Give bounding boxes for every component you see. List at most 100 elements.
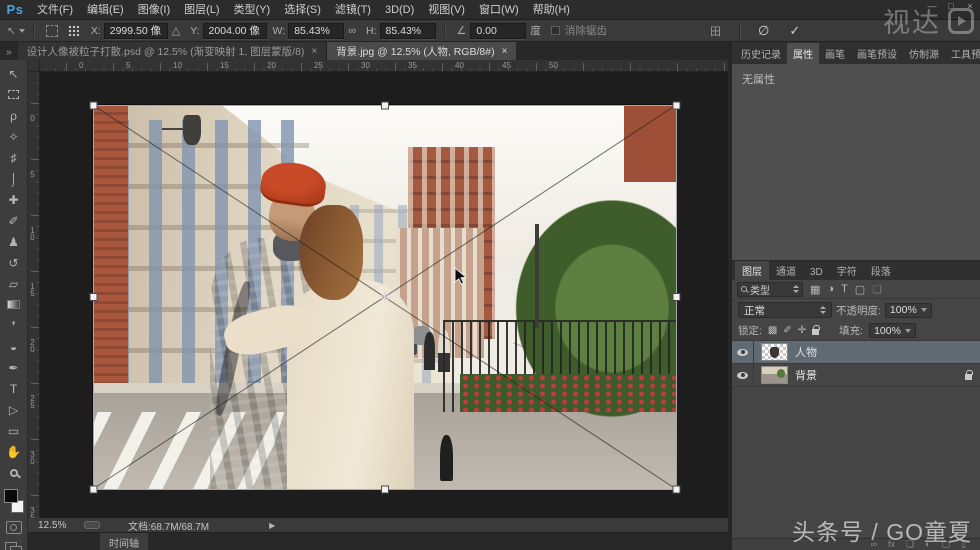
menu-3d[interactable]: 3D(D)	[378, 0, 421, 20]
layer-row-person[interactable]: 人物	[732, 341, 980, 364]
filter-adjustment-layers-icon[interactable]: ◑	[827, 283, 834, 295]
link-dimensions-icon[interactable]: ∞	[348, 25, 356, 37]
menu-edit[interactable]: 编辑(E)	[80, 0, 131, 20]
blend-mode-select[interactable]: 正常	[738, 302, 832, 318]
tool-zoom[interactable]	[2, 462, 26, 483]
transform-confirm-group: 田 ∅ ✓	[700, 20, 810, 42]
tool-healing-brush[interactable]: ✚	[2, 189, 26, 210]
visibility-toggle[interactable]	[732, 341, 754, 363]
color-swatches[interactable]	[3, 489, 25, 513]
lock-all-icon[interactable]	[812, 329, 819, 335]
minimize-button[interactable]: —	[927, 0, 937, 12]
tab-3d[interactable]: 3D	[803, 265, 830, 280]
tool-history-brush[interactable]: ↺	[2, 252, 26, 273]
layer-filter-kind-select[interactable]: 类型	[737, 282, 803, 297]
reference-point-locator[interactable]	[68, 25, 79, 36]
lock-transparency-icon[interactable]: ▩	[768, 325, 777, 336]
tab-history[interactable]: 历史记录	[735, 43, 787, 64]
warp-mode-toggle-icon[interactable]: 田	[710, 23, 721, 39]
ruler-origin-corner[interactable]	[28, 60, 40, 72]
menu-window[interactable]: 窗口(W)	[472, 0, 526, 20]
tab-brush-presets[interactable]: 画笔预设	[851, 43, 903, 64]
canvas-surface[interactable]	[40, 72, 728, 518]
tool-gradient[interactable]	[2, 294, 26, 315]
layer-name[interactable]: 人物	[795, 344, 817, 360]
tool-shape[interactable]: ▭	[2, 420, 26, 441]
tool-marquee[interactable]	[2, 84, 26, 105]
menu-help[interactable]: 帮助(H)	[526, 0, 577, 20]
tool-move[interactable]: ↖	[2, 63, 26, 84]
tool-type[interactable]: T	[2, 378, 26, 399]
doc-tab-background-jpg[interactable]: 背景.jpg @ 12.5% (人物, RGB/8#) ×	[327, 42, 516, 60]
x-position-field[interactable]: 2999.50 像	[104, 23, 168, 39]
maximize-button[interactable]: □	[946, 0, 956, 12]
doc-tab-psd[interactable]: 设计人像被粒子打散.psd @ 12.5% (渐变映射 1, 图层蒙版/8) ×	[18, 42, 328, 60]
status-popup-arrow[interactable]: ▶	[269, 521, 275, 530]
menu-filter[interactable]: 滤镜(T)	[328, 0, 378, 20]
menu-layer[interactable]: 图层(L)	[177, 0, 226, 20]
layer-row-background[interactable]: 背景	[732, 364, 980, 387]
tool-hand[interactable]: ✋	[2, 441, 26, 462]
zoom-level-field[interactable]: 12.5%	[38, 520, 84, 531]
close-icon[interactable]: ×	[502, 46, 508, 57]
tab-layers[interactable]: 图层	[735, 261, 769, 280]
antialias-checkbox[interactable]	[551, 26, 560, 35]
height-scale-field[interactable]: 85.43%	[380, 23, 436, 39]
opacity-field[interactable]: 100%	[885, 303, 932, 318]
tool-pen[interactable]: ✒	[2, 357, 26, 378]
layer-name[interactable]: 背景	[795, 367, 817, 383]
tool-crop[interactable]: ♯	[2, 147, 26, 168]
close-icon[interactable]: ×	[311, 46, 317, 57]
close-button[interactable]: ×	[965, 0, 975, 12]
visibility-toggle[interactable]	[732, 364, 754, 386]
layer-thumbnail[interactable]	[761, 343, 788, 361]
menu-image[interactable]: 图像(I)	[131, 0, 177, 20]
menu-type[interactable]: 类型(Y)	[227, 0, 278, 20]
tool-brush[interactable]: ✐	[2, 210, 26, 231]
quick-mask-button[interactable]	[6, 521, 22, 534]
menu-view[interactable]: 视图(V)	[421, 0, 472, 20]
filter-pixel-layers-icon[interactable]: ▦	[810, 283, 820, 296]
filter-type-layers-icon[interactable]: T	[841, 283, 848, 295]
tab-channels[interactable]: 通道	[769, 261, 803, 280]
commit-transform-button[interactable]: ✓	[789, 23, 800, 39]
lock-position-icon[interactable]: ✛	[798, 325, 806, 336]
horizontal-ruler[interactable]: 0 5 10 15 20 25 30 35 40 45 50	[40, 60, 728, 72]
menu-file[interactable]: 文件(F)	[30, 0, 80, 20]
tool-dodge[interactable]: ◒	[2, 336, 26, 357]
tool-preset-picker[interactable]: ↖	[7, 25, 25, 37]
foreground-color-swatch[interactable]	[4, 489, 18, 503]
tool-magic-wand[interactable]: ✧	[2, 126, 26, 147]
crop-icon: ♯	[11, 151, 17, 165]
tool-path-selection[interactable]: ▷	[2, 399, 26, 420]
rotation-field[interactable]: 0.00	[470, 23, 526, 39]
filter-smart-objects-icon[interactable]: ❑	[872, 283, 882, 296]
vertical-ruler[interactable]: 0 5 10 15 20 25 30 35	[28, 72, 40, 518]
y-position-field[interactable]: 2004.00 像	[203, 23, 267, 39]
lock-pixels-icon[interactable]: ✐	[783, 325, 791, 336]
status-adobe-drive-icon	[84, 521, 100, 529]
tool-eraser[interactable]: ▱	[2, 273, 26, 294]
menu-select[interactable]: 选择(S)	[277, 0, 328, 20]
tool-smudge[interactable]: ❜	[2, 315, 26, 336]
tab-timeline[interactable]: 时间轴	[100, 533, 148, 550]
layer-thumbnail[interactable]	[761, 366, 788, 384]
tool-eyedropper[interactable]: ⌡	[2, 168, 26, 189]
tab-brush[interactable]: 画笔	[819, 43, 851, 64]
filter-shape-layers-icon[interactable]: ▢	[855, 283, 865, 296]
tab-paragraph[interactable]: 段落	[864, 261, 898, 280]
tab-clone-source[interactable]: 仿制源	[903, 43, 945, 64]
fill-field[interactable]: 100%	[869, 323, 916, 338]
move-icon: ↖	[8, 67, 18, 81]
screen-mode-button[interactable]	[5, 542, 22, 550]
tool-clone-stamp[interactable]: ♟	[2, 231, 26, 252]
tab-overflow-chevron[interactable]: »	[0, 47, 18, 60]
relative-position-icon[interactable]: △	[172, 24, 180, 37]
tool-lasso[interactable]: ρ	[2, 105, 26, 126]
cancel-transform-button[interactable]: ∅	[758, 23, 769, 39]
tab-properties[interactable]: 属性	[787, 43, 819, 64]
width-scale-field[interactable]: 85.43%	[288, 23, 344, 39]
tab-character[interactable]: 字符	[830, 261, 864, 280]
photo-document[interactable]	[93, 105, 676, 489]
tab-tool-presets[interactable]: 工具预设	[945, 43, 980, 64]
